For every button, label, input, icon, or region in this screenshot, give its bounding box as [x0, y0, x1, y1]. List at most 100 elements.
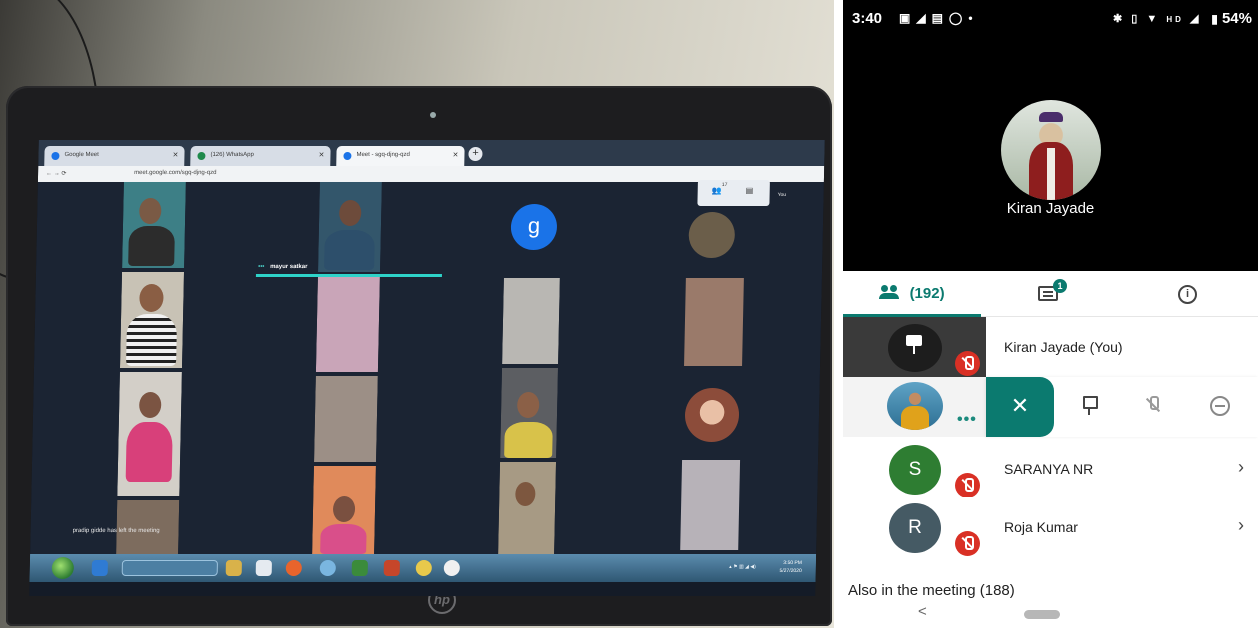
video-tile: [122, 182, 186, 268]
excel-icon[interactable]: [351, 560, 368, 576]
video-column: [498, 278, 560, 554]
call-stage: 3:40 ▣◢▤◯• ✱ ▯ ▼ HD ◢ ▮ 54% Kiran Jayade: [843, 0, 1258, 271]
pin-participant-button[interactable]: [1080, 394, 1098, 418]
taskbar-clock[interactable]: 3:50 PM 5/27/2020: [779, 559, 802, 575]
muted-mic-icon: [955, 351, 980, 376]
close-actions-button[interactable]: ✕: [986, 377, 1054, 437]
participant-row-self[interactable]: Kiran Jayade (You): [843, 317, 1258, 379]
avatar-vest: [1029, 142, 1073, 200]
video-tile: [117, 372, 182, 496]
composite-image: hp Google Meet ✕ (126) WhatsApp ✕ Meet -…: [0, 0, 1258, 628]
video-tile: [684, 278, 744, 366]
participant-row-expanded[interactable]: ••• ✕: [843, 377, 1258, 437]
participant-thumbnail: [843, 317, 986, 379]
video-tile: [116, 500, 180, 554]
participant-body: [324, 230, 375, 270]
video-tile: [500, 368, 558, 458]
video-tile: [315, 276, 380, 372]
browser-tab-google-meet[interactable]: Google Meet ✕: [44, 146, 185, 166]
meet-video-grid: ••• mayur satkar g 👥 17 ▤ You pradip gid…: [30, 180, 824, 554]
mute-participant-button[interactable]: [1142, 394, 1164, 418]
bluetooth-icon: ✱: [1113, 13, 1126, 25]
participant-face: [138, 392, 162, 418]
participant-row[interactable]: S SARANYA NR ›: [843, 439, 1258, 501]
ie-icon[interactable]: [91, 560, 108, 576]
muted-mic-icon: [955, 531, 980, 556]
participant-face: [338, 200, 362, 226]
chat-unread-badge: 1: [1053, 279, 1067, 293]
remove-participant-button[interactable]: [1210, 396, 1230, 416]
people-icon[interactable]: 👥: [712, 186, 722, 195]
pin-icon: [902, 335, 926, 354]
video-column: [116, 182, 186, 554]
participant-body: [126, 314, 178, 366]
browser-tab-whatsapp[interactable]: (126) WhatsApp ✕: [190, 146, 331, 166]
participant-body: [128, 226, 175, 266]
tab-chat[interactable]: 1: [981, 271, 1119, 317]
nav-arrows-icon[interactable]: ← → ⟳: [46, 171, 67, 177]
people-icon: [879, 285, 901, 299]
video-tile: [318, 182, 382, 272]
avatar-hat: [1039, 112, 1063, 122]
app-icon[interactable]: [319, 560, 336, 576]
new-tab-button[interactable]: +: [468, 147, 483, 161]
participant-avatar: [688, 212, 736, 258]
url-text: meet.google.com/sgq-djng-qzd: [134, 170, 217, 176]
participant-face: [515, 482, 536, 506]
clock-time: 3:50 PM: [783, 560, 802, 566]
folder-icon[interactable]: [225, 560, 242, 576]
close-tab-icon[interactable]: ✕: [173, 151, 179, 159]
chat-icon[interactable]: ▤: [746, 186, 754, 195]
meet-favicon-icon: [51, 152, 60, 160]
participant-name: Kiran Jayade (You): [1004, 339, 1123, 355]
webcam-icon: [430, 112, 436, 118]
participant-face: [139, 284, 164, 312]
app-icon[interactable]: [255, 560, 272, 576]
participant-name: SARANYA NR: [1004, 461, 1094, 477]
chevron-right-icon[interactable]: ›: [1238, 515, 1244, 536]
meet-favicon-icon: [343, 152, 352, 160]
close-tab-icon[interactable]: ✕: [319, 151, 325, 159]
android-nav-bar: <: [843, 600, 1258, 628]
notification-icons: ▣◢▤◯•: [899, 11, 979, 25]
vibrate-icon: ▯: [1131, 13, 1141, 25]
tab-people[interactable]: (192): [843, 271, 981, 317]
participant-body: [125, 422, 173, 482]
back-icon[interactable]: <: [918, 603, 927, 620]
start-button[interactable]: [51, 557, 75, 579]
app-icon[interactable]: [415, 560, 432, 576]
people-count: (192): [909, 285, 945, 302]
home-pill-icon[interactable]: [1024, 610, 1060, 619]
video-tile: [498, 462, 557, 554]
active-speaker-label: ••• mayur satkar: [258, 264, 307, 270]
self-label: You: [777, 192, 787, 198]
meeting-tabs: (192) 1 i: [843, 271, 1258, 317]
battery-icon: ▮: [1211, 12, 1218, 26]
status-time: 3:40: [852, 10, 883, 27]
caller-name: Kiran Jayade: [1006, 200, 1095, 217]
browser-tab-meet-call[interactable]: Meet - sgq-djng-qzd ✕: [336, 146, 465, 166]
meet-top-controls: 👥 17 ▤: [697, 180, 770, 206]
tab-label: (126) WhatsApp: [210, 152, 254, 158]
app-icon[interactable]: [443, 560, 460, 576]
chevron-right-icon[interactable]: ›: [1238, 457, 1244, 478]
status-bar: 3:40 ▣◢▤◯• ✱ ▯ ▼ HD ◢ ▮ 54%: [843, 0, 1258, 36]
participant-row[interactable]: R Roja Kumar ›: [843, 497, 1258, 559]
close-tab-icon[interactable]: ✕: [453, 151, 459, 159]
participant-face: [139, 198, 162, 224]
tab-info[interactable]: i: [1119, 271, 1258, 317]
laptop-screen: Google Meet ✕ (126) WhatsApp ✕ Meet - sg…: [29, 140, 825, 596]
signal-hd-label: HD: [1166, 15, 1184, 24]
windows-taskbar: ▴ ⚑ ▥ ◢ ◀) 3:50 PM 5/27/2020: [29, 554, 817, 582]
firefox-icon[interactable]: [285, 560, 302, 576]
powerpoint-icon[interactable]: [383, 560, 400, 576]
battery-indicator: ▮ 54%: [1211, 10, 1252, 27]
active-speaker-name: mayur satkar: [270, 264, 308, 270]
info-icon: i: [1178, 285, 1197, 304]
participant-face: [516, 392, 540, 418]
muted-mic-icon: [955, 473, 980, 498]
people-count: 17: [721, 182, 728, 188]
participant-initial-avatar: R: [889, 503, 941, 553]
chrome-taskbar-button[interactable]: [121, 560, 218, 576]
system-tray-icons[interactable]: ▴ ⚑ ▥ ◢ ◀): [729, 564, 756, 570]
